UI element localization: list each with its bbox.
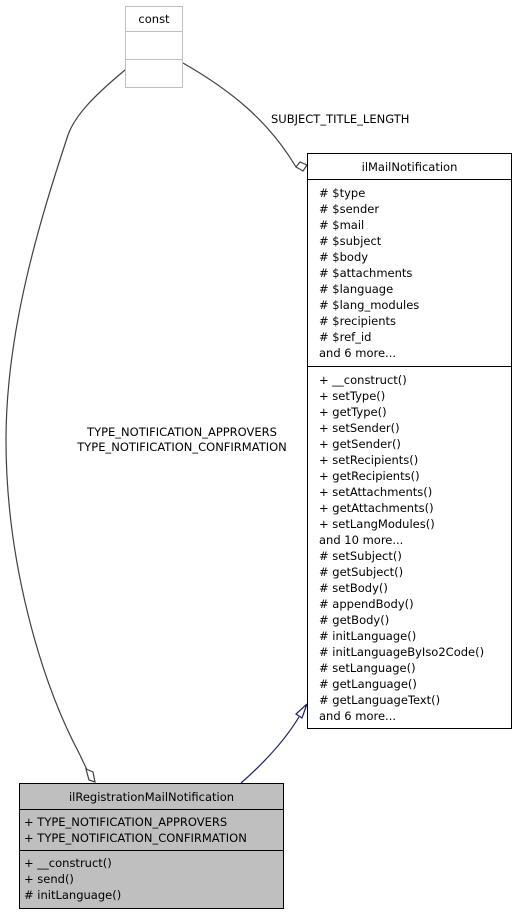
attribute: + TYPE_NOTIFICATION_APPROVERS	[24, 815, 228, 829]
attribute: # $body	[319, 250, 369, 264]
edge-label-line: TYPE_NOTIFICATION_APPROVERS	[87, 425, 277, 439]
operation: + setAttachments()	[319, 485, 433, 499]
attribute: # $language	[319, 282, 394, 296]
attributes-section	[126, 32, 182, 60]
edge-label-subject-title-length: SUBJECT_TITLE_LENGTH	[271, 112, 409, 127]
class-node-const[interactable]: const	[125, 6, 183, 88]
more-operations: and 6 more...	[319, 709, 397, 723]
more-operations: and 10 more...	[319, 533, 404, 547]
edge-label-line: SUBJECT_TITLE_LENGTH	[271, 112, 410, 126]
attribute: # $mail	[319, 218, 365, 232]
operation: # initLanguage()	[319, 629, 417, 643]
operation: + getSender()	[319, 437, 401, 451]
operation: # getBody()	[319, 613, 390, 627]
more-attributes: and 6 more...	[319, 346, 397, 360]
operation: # appendBody()	[319, 597, 414, 611]
operation: # getLanguageText()	[319, 693, 441, 707]
operations-section: + __construct() + setType() + getType() …	[308, 367, 511, 728]
operation: + setRecipients()	[319, 453, 419, 467]
operation: # setBody()	[319, 581, 388, 595]
attribute: # $sender	[319, 202, 380, 216]
operation: # getSubject()	[319, 565, 404, 579]
operation: # getLanguage()	[319, 677, 417, 691]
class-node-ilregistrationmailnotification[interactable]: ilRegistrationMailNotification + TYPE_NO…	[19, 783, 284, 909]
attribute: # $attachments	[319, 266, 413, 280]
edge-const-to-reg-tail	[79, 754, 88, 771]
aggregation-diamond-icon	[295, 161, 308, 172]
operation: + getType()	[319, 405, 387, 419]
operation: + setSender()	[319, 421, 400, 435]
inheritance-arrow-icon	[295, 703, 308, 719]
operation: + getRecipients()	[319, 469, 420, 483]
edge-label-line: TYPE_NOTIFICATION_CONFIRMATION	[77, 440, 287, 454]
operation: # initLanguageByIso2Code()	[319, 645, 485, 659]
attribute: # $recipients	[319, 314, 397, 328]
edge-const-to-reg	[5, 69, 126, 756]
operations-section: + __construct() + send() # initLanguage(…	[20, 851, 283, 908]
operation: + send()	[24, 872, 74, 886]
edge-label-type-notification: TYPE_NOTIFICATION_APPROVERS TYPE_NOTIFIC…	[66, 425, 298, 455]
class-name: ilMailNotification	[308, 154, 511, 180]
attribute: + TYPE_NOTIFICATION_CONFIRMATION	[24, 831, 247, 845]
attribute: # $lang_modules	[319, 298, 420, 312]
attribute: # $type	[319, 186, 366, 200]
class-node-ilmailnotification[interactable]: ilMailNotification # $type # $sender # $…	[307, 153, 512, 729]
operation: # setLanguage()	[319, 661, 416, 675]
operation: + __construct()	[319, 373, 407, 387]
class-name: const	[126, 7, 182, 32]
operation: # initLanguage()	[24, 888, 122, 902]
edge-inheritance	[240, 716, 300, 784]
attribute: # $ref_id	[319, 330, 372, 344]
attributes-section: + TYPE_NOTIFICATION_APPROVERS + TYPE_NOT…	[20, 810, 283, 851]
operations-section	[126, 60, 182, 87]
operation: + __construct()	[24, 856, 112, 870]
operation: + getAttachments()	[319, 501, 434, 515]
attributes-section: # $type # $sender # $mail # $subject # $…	[308, 180, 511, 367]
class-name: ilRegistrationMailNotification	[20, 784, 283, 810]
operation: + setLangModules()	[319, 517, 435, 531]
operation: # setSubject()	[319, 549, 402, 563]
attribute: # $subject	[319, 234, 382, 248]
aggregation-diamond-icon	[85, 767, 96, 783]
operation: + setType()	[319, 389, 386, 403]
